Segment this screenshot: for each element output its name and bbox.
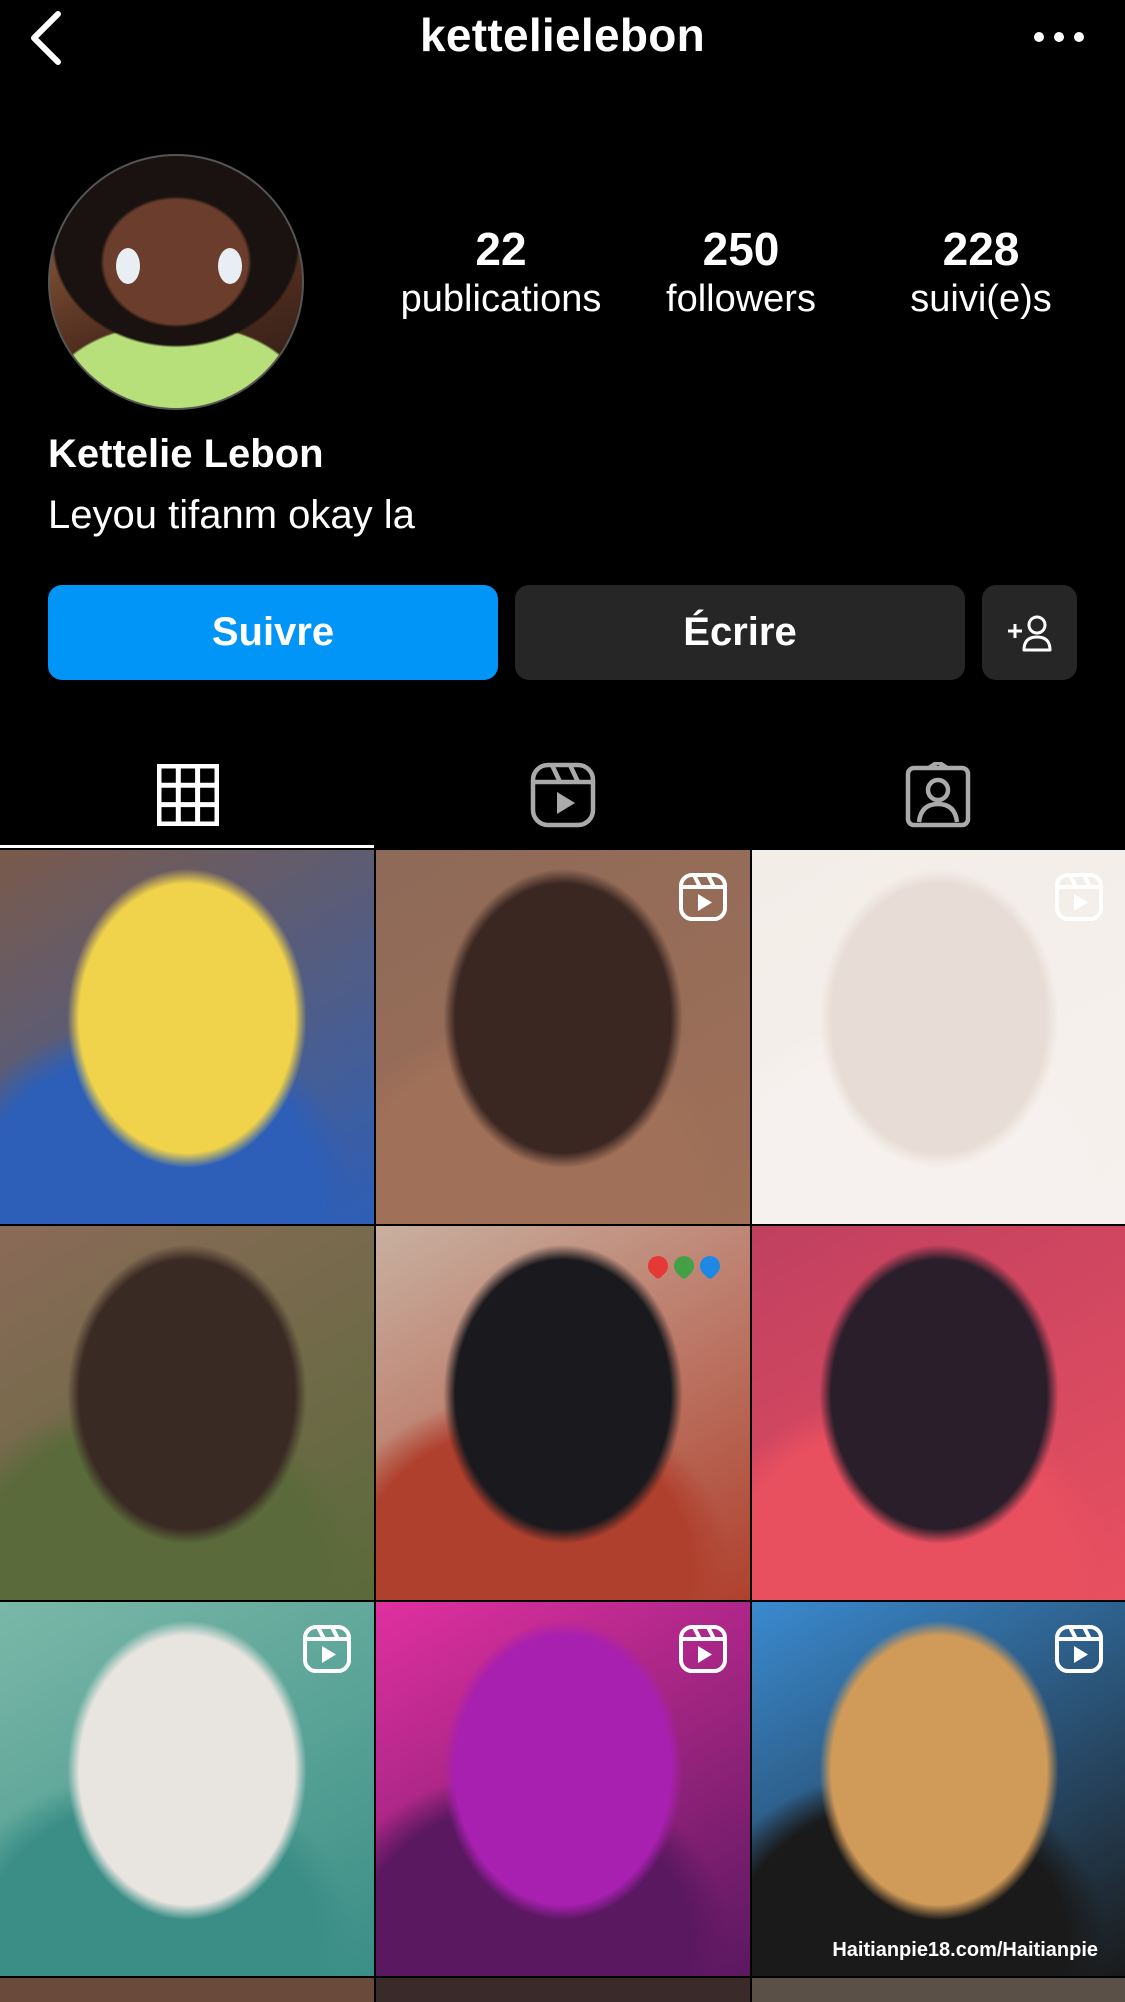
profile-avatar[interactable] (48, 154, 304, 410)
stat-label: followers (666, 278, 816, 320)
reel-badge-icon (679, 873, 727, 921)
post-thumbnail[interactable] (752, 850, 1125, 1224)
post-thumbnail[interactable] (752, 1226, 1125, 1600)
heart-icon (643, 1251, 673, 1281)
post-thumbnail[interactable] (752, 1978, 1125, 2002)
suggested-users-button[interactable] (982, 585, 1077, 680)
stat-following[interactable]: 228 suivi(e)s (866, 222, 1096, 322)
post-thumbnail[interactable] (376, 1602, 750, 1976)
post-thumbnail[interactable] (0, 1602, 374, 1976)
heart-emoji-row (643, 1251, 725, 1281)
follow-button[interactable]: Suivre (48, 585, 498, 680)
stat-publications: 22 publications (386, 222, 616, 322)
stat-label: suivi(e)s (910, 278, 1052, 320)
post-thumbnail[interactable] (0, 1226, 374, 1600)
post-thumbnail[interactable] (0, 1978, 374, 2002)
heart-icon (695, 1251, 725, 1281)
more-options-icon[interactable] (1031, 20, 1087, 54)
tagged-icon (905, 762, 970, 828)
profile-bio: Leyou tifanm okay la (48, 493, 415, 537)
grid-icon (156, 764, 219, 826)
post-thumbnail[interactable]: Haitianpie18.com/Haitianpie (752, 1602, 1125, 1976)
active-tab-indicator (0, 845, 374, 848)
reels-icon (530, 762, 595, 828)
reel-badge-icon (679, 1625, 727, 1673)
stat-value: 228 (942, 223, 1020, 275)
reel-badge-icon (1055, 1625, 1103, 1673)
watermark-text: Haitianpie18.com/Haitianpie (832, 1939, 1098, 1961)
stat-followers[interactable]: 250 followers (626, 222, 856, 322)
reel-badge-icon (303, 1625, 351, 1673)
earring (116, 248, 140, 284)
tab-posts[interactable] (0, 740, 375, 850)
stat-label: publications (400, 278, 602, 320)
post-thumbnail[interactable] (376, 850, 750, 1224)
add-user-icon (1007, 615, 1051, 651)
top-bar: kettelielebon (0, 0, 1125, 75)
post-thumbnail[interactable] (0, 850, 374, 1224)
stat-value: 250 (702, 223, 780, 275)
tab-tagged[interactable] (750, 740, 1125, 850)
post-thumbnail[interactable] (376, 1978, 750, 2002)
post-thumbnail[interactable] (376, 1226, 750, 1600)
heart-icon (669, 1251, 699, 1281)
stat-value: 22 (475, 223, 527, 275)
reel-badge-icon (1055, 873, 1103, 921)
profile-username: kettelielebon (419, 9, 706, 61)
tab-reels[interactable] (375, 740, 750, 850)
earring (218, 248, 242, 284)
message-button[interactable]: Écrire (515, 585, 965, 680)
profile-display-name: Kettelie Lebon (48, 432, 324, 476)
